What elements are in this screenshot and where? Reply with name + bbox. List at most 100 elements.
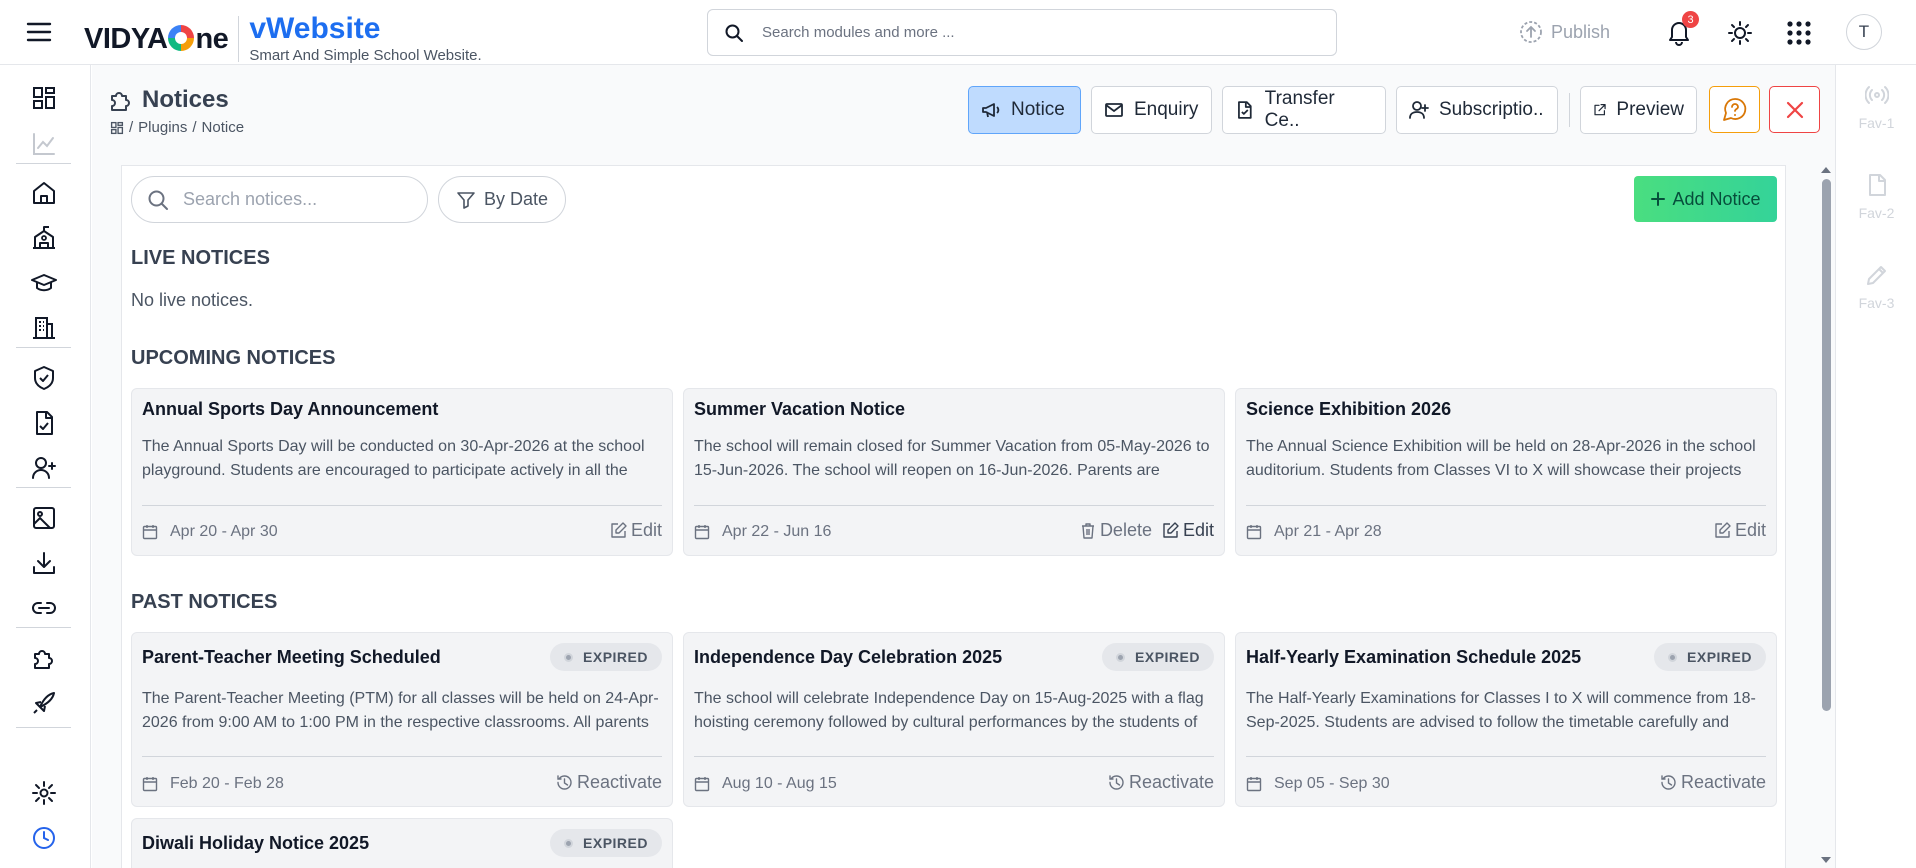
megaphone-icon [982,103,1000,118]
scroll-up-icon[interactable] [1820,165,1832,175]
plus-icon [1651,192,1666,206]
graduation-cap-icon[interactable] [31,270,57,296]
scrollbar[interactable] [1820,165,1832,868]
user-plus-icon [1409,101,1429,119]
by-date-label: By Date [483,189,549,209]
delete-button[interactable]: Delete [1080,520,1152,541]
notice-title: Science Exhibition 2026 [1246,399,1452,419]
home-icon[interactable] [31,180,57,206]
scrollbar-thumb[interactable] [1822,179,1831,711]
preview-button[interactable]: Preview [1580,86,1697,134]
upload-cloud-icon [1520,21,1542,43]
logo[interactable]: VIDYA ne vWebsite Smart And Simple School… [84,14,482,65]
edit-icon [1163,522,1179,538]
dashboard-icon[interactable] [110,121,124,135]
tab-transfer-certificate[interactable]: Transfer Ce.. [1222,86,1386,134]
tab-subscription[interactable]: Subscriptio.. [1396,86,1558,134]
link-icon[interactable] [31,595,57,621]
notice-search-input[interactable]: Search notices... [131,176,428,223]
file-check-icon[interactable] [31,410,57,436]
status-badge: EXPIRED [550,829,662,857]
calendar-icon [142,777,158,792]
notice-description: The Annual Sports Day will be conducted … [142,438,645,479]
building-icon[interactable] [31,315,57,341]
reactivate-button[interactable]: Reactivate [1108,772,1214,793]
notice-search-placeholder: Search notices... [183,189,318,209]
puzzle-icon [111,92,130,111]
status-badge: EXPIRED [550,643,662,671]
external-link-icon [1594,104,1606,116]
puzzle-icon[interactable] [31,645,57,671]
user-plus-icon[interactable] [31,455,57,481]
past-notice-card: Diwali Holiday Notice 2025 EXPIRED [131,818,673,868]
notification-badge: 3 [1682,11,1699,28]
past-notice-card: Parent-Teacher Meeting Scheduled EXPIRED… [131,632,673,807]
reactivate-button[interactable]: Reactivate [556,772,662,793]
fav-2-label: Fav-2 [1858,205,1895,221]
edit-icon [611,522,627,538]
by-date-filter-button[interactable]: By Date [438,176,566,223]
theme-toggle[interactable] [1727,20,1753,46]
no-live-notices-text: No live notices. [131,290,254,310]
upcoming-notice-card: Summer Vacation Notice The school will r… [683,388,1225,556]
past-notice-card: Half-Yearly Examination Schedule 2025 EX… [1235,632,1777,807]
avatar[interactable]: T [1846,14,1882,50]
notice-description: The Annual Science Exhibition will be he… [1246,438,1756,479]
page-title-text: Notices [142,86,229,113]
tab-subscription-label: Subscriptio.. [1439,99,1544,120]
fav-2[interactable]: Fav-2 [1836,173,1916,221]
trash-icon [1081,523,1094,539]
tab-notice[interactable]: Notice [968,86,1081,134]
apps-button[interactable] [1787,21,1811,45]
tab-notice-label: Notice [1011,99,1065,120]
image-icon[interactable] [31,505,57,531]
notice-title: Parent-Teacher Meeting Scheduled [142,647,441,667]
chart-line-icon[interactable] [31,131,57,157]
notice-description: The Half-Yearly Examinations for Classes… [1246,690,1756,731]
download-icon[interactable] [31,550,57,576]
calendar-icon [694,525,710,540]
favorites-bar: Fav-1 Fav-2 Fav-3 [1835,65,1916,868]
broadcast-icon [1864,86,1889,104]
edit-icon [1715,522,1731,538]
history-icon [1661,775,1676,790]
notice-date-range: Aug 10 - Aug 15 [694,775,837,793]
help-button[interactable] [1709,86,1760,133]
reactivate-button[interactable]: Reactivate [1660,772,1766,793]
notice-description: The Parent-Teacher Meeting (PTM) for all… [142,690,659,731]
breadcrumb-plugins[interactable]: Plugins [138,119,187,136]
notifications-button[interactable]: 3 [1666,11,1699,46]
file-icon [1868,174,1886,196]
calendar-icon [694,777,710,792]
menu-icon[interactable] [26,20,52,44]
notice-description: The school will celebrate Independence D… [694,690,1204,731]
top-bar: VIDYA ne vWebsite Smart And Simple School… [0,0,1916,65]
notice-date-range: Apr 20 - Apr 30 [142,523,278,541]
notice-description: The school will remain closed for Summer… [694,438,1210,479]
clock-icon[interactable] [31,825,57,851]
module-search-input[interactable]: Search modules and more ... [707,9,1337,56]
fav-3[interactable]: Fav-3 [1836,263,1916,311]
fav-1[interactable]: Fav-1 [1836,83,1916,131]
breadcrumb: / Plugins / Notice [110,119,244,136]
notice-date-range: Sep 05 - Sep 30 [1246,775,1390,793]
close-button[interactable] [1769,86,1820,133]
scroll-down-icon[interactable] [1820,855,1832,865]
sidebar [0,65,91,868]
edit-button[interactable]: Edit [1162,520,1214,541]
filter-icon [457,191,475,209]
settings-gear-icon[interactable] [31,780,57,806]
tab-enquiry[interactable]: Enquiry [1091,86,1212,134]
sun-icon [1728,21,1752,45]
close-icon [1786,101,1803,118]
shield-check-icon[interactable] [31,365,57,391]
rocket-icon[interactable] [31,690,57,716]
school-icon[interactable] [31,225,57,251]
history-icon [1109,775,1124,790]
dashboard-icon[interactable] [31,85,57,111]
edit-button[interactable]: Edit [1714,520,1766,541]
add-notice-button[interactable]: Add Notice [1634,176,1777,222]
publish-button[interactable]: Publish [1519,20,1610,44]
edit-button[interactable]: Edit [610,520,662,541]
notice-title: Independence Day Celebration 2025 [694,647,1003,667]
